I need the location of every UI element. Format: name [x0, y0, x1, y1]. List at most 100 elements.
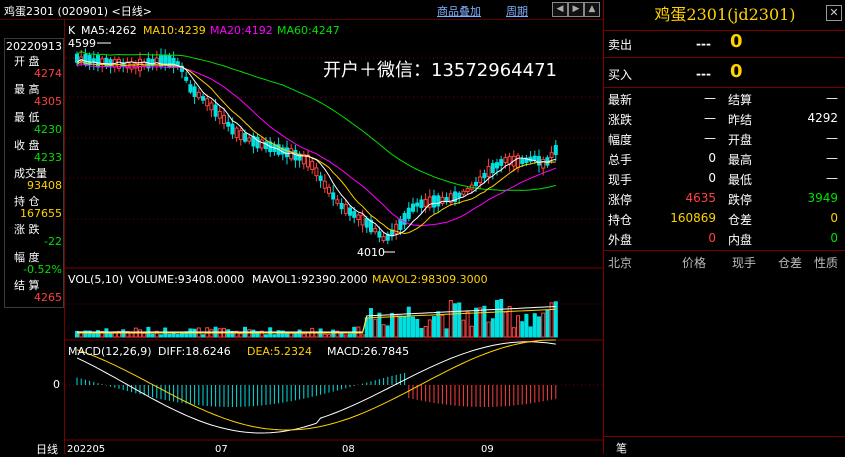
candle-body [154, 57, 159, 66]
candle-body [457, 192, 462, 198]
quote-label: 外盘 [608, 233, 633, 247]
x-tick-aug: 08 [342, 444, 355, 454]
quote-label: 幅度 [608, 133, 633, 147]
candle-body [495, 162, 499, 169]
candle-body [217, 110, 222, 119]
bar-info-value: 4265 [34, 291, 62, 304]
candle-body [196, 91, 201, 99]
overlay-menu-link[interactable]: 商品叠加 [437, 3, 481, 19]
candle-body [209, 102, 214, 111]
volume-bar [385, 325, 390, 338]
volume-bar [461, 319, 466, 338]
candle-body [415, 202, 420, 207]
period-menu-link[interactable]: 周期 [506, 3, 528, 19]
kline-chart[interactable]: K MA5:4262 MA10:4239 MA20:4192 MA60:4247… [65, 20, 603, 454]
candle-body [264, 141, 268, 150]
quote-label: 涨跌 [608, 113, 633, 127]
volume-bar [423, 325, 428, 338]
volume-bar [373, 318, 378, 338]
candle-body [499, 159, 504, 166]
candle-body [516, 155, 520, 169]
quote-label: 跌停 [728, 193, 753, 207]
bar-date: 20220913 [6, 40, 62, 53]
volume-bar [495, 300, 499, 338]
scroll-right-icon[interactable]: ▶ [568, 2, 584, 17]
volume-bar [520, 321, 525, 338]
quote-value: — [704, 131, 716, 145]
volume-bar [272, 334, 277, 338]
zoom-in-icon[interactable]: ▲ [584, 2, 600, 17]
buy-price: --- [696, 67, 711, 81]
volume-bar [528, 326, 533, 338]
sell-price: --- [696, 37, 711, 51]
candle-body [167, 55, 172, 67]
volume-bar [339, 332, 344, 338]
candle-body [247, 137, 252, 142]
candle-body [322, 180, 327, 189]
candle-body [352, 211, 357, 218]
diff-value: DIFF:18.6246 [158, 345, 231, 358]
candle-body [163, 54, 168, 66]
candle-body [541, 158, 546, 169]
volume-bar [331, 329, 336, 338]
volume-bar [167, 333, 172, 338]
candle-body [285, 147, 289, 158]
candle-body [537, 156, 541, 166]
volume-bar [343, 334, 348, 338]
quote-panel: 鸡蛋2301(jd2301) ✕ 卖出 --- 0 买入 --- 0 最新 — 结算… [603, 0, 845, 455]
high-marker: 4599 [68, 37, 96, 50]
bar-info-value: 167655 [20, 207, 62, 220]
volume-bar [537, 316, 541, 338]
quote-value: — [826, 171, 838, 185]
quote-label: 持仓 [608, 213, 633, 227]
candle-body [432, 195, 436, 208]
quote-value: 0 [830, 211, 838, 225]
volume-bar [427, 319, 432, 338]
scroll-left-icon[interactable]: ◀ [552, 2, 568, 17]
candle-body [398, 218, 403, 230]
candle-body [213, 104, 218, 117]
sell-qty: 0 [730, 31, 743, 52]
volume-bar [201, 334, 205, 338]
dea-value: DEA:5.2324 [247, 345, 312, 358]
volume-bar [457, 302, 462, 338]
mavol2-value: MAVOL2:98309.3000 [372, 273, 488, 286]
period-label: 日线 [36, 443, 58, 456]
volume-bar [301, 333, 306, 338]
quote-value: 0 [830, 231, 838, 245]
k-label: K [68, 24, 76, 37]
trade-col-price: 价格 [682, 256, 707, 270]
volume-bar [465, 311, 470, 338]
quote-label: 昨结 [728, 113, 753, 127]
volume-bar [159, 334, 163, 338]
candle-body [192, 86, 197, 98]
quote-label: 结算 [728, 93, 753, 107]
quote-label: 总手 [608, 153, 633, 167]
window-title: 鸡蛋2301 (020901) <日线> [4, 5, 152, 18]
candle-body [331, 192, 336, 200]
volume-bar [549, 302, 554, 338]
trade-col-nature: 性质 [814, 256, 839, 270]
quote-value: — [826, 131, 838, 145]
volume-bar [398, 315, 403, 338]
bar-info-value: 4305 [34, 95, 62, 108]
mavol1-value: MAVOL1:92390.2000 [252, 273, 368, 286]
volume-value: VOLUME:93408.0000 [128, 273, 244, 286]
candle-body [335, 199, 340, 204]
quote-value: 160869 [670, 211, 716, 225]
candle-body [553, 145, 558, 155]
volume-bar [415, 318, 420, 338]
candle-body [503, 157, 508, 163]
quote-value: — [826, 91, 838, 105]
volume-bar [469, 325, 474, 338]
quote-label: 最新 [608, 93, 633, 107]
bar-info-value: 93408 [27, 179, 62, 192]
candle-body [205, 98, 210, 107]
candle-body [129, 61, 134, 70]
quote-label: 最低 [728, 173, 753, 187]
volume-bar [91, 333, 96, 338]
volume-bar [406, 306, 411, 338]
close-icon[interactable]: ✕ [826, 5, 842, 21]
volume-bar [524, 313, 529, 338]
quote-label: 最高 [728, 153, 753, 167]
